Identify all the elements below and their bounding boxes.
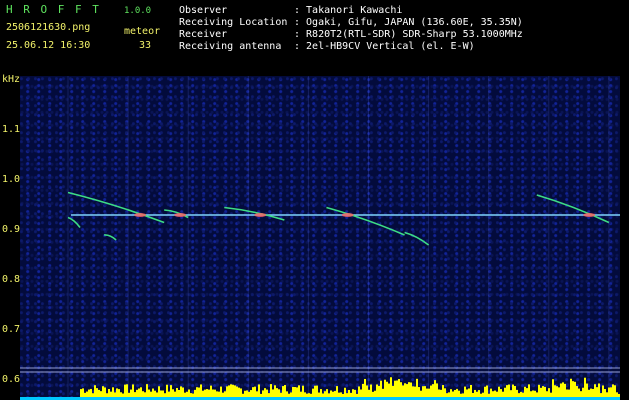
noise-level-bar bbox=[416, 378, 418, 400]
meteor-head-echo bbox=[583, 213, 596, 217]
header-panel: H R O F F T 1.0.0 2506121630.png 25.06.1… bbox=[0, 0, 629, 62]
antenna-value: : 2el-HB9CV Vertical (el. E-W) bbox=[294, 41, 475, 52]
noise-level-bar bbox=[384, 379, 386, 400]
meteor-trace bbox=[224, 206, 285, 221]
meteor-trace bbox=[404, 231, 430, 246]
spectrogram-panel bbox=[20, 76, 620, 400]
y-tick-label: 1.0 bbox=[2, 174, 21, 185]
meteor-count: 33 bbox=[139, 40, 152, 51]
noise-level-bar bbox=[584, 377, 586, 400]
location-value: : Ogaki, Gifu, JAPAN (136.60E, 35.35N) bbox=[294, 17, 523, 28]
y-tick-label: 0.6 bbox=[2, 374, 21, 385]
location-label: Receiving Location bbox=[179, 17, 288, 28]
noise-level-bar bbox=[570, 378, 572, 400]
antenna-label: Receiving antenna bbox=[179, 41, 282, 52]
meteor-trace bbox=[103, 234, 117, 241]
capture-datetime: 25.06.12 16:30 bbox=[6, 40, 91, 51]
y-axis-unit: kHz bbox=[2, 74, 21, 85]
y-tick-label: 1.1 bbox=[2, 124, 21, 135]
app-logo: H R O F F T bbox=[6, 3, 101, 16]
noise-level-bar bbox=[390, 377, 392, 400]
app-version: 1.0.0 bbox=[124, 6, 152, 16]
spectrogram-plot bbox=[20, 76, 620, 400]
meteor-trace bbox=[67, 216, 81, 228]
meteor-head-echo bbox=[341, 213, 354, 217]
meteor-trace bbox=[536, 194, 610, 224]
y-tick-label: 0.7 bbox=[2, 324, 21, 335]
meteor-head-echo bbox=[254, 213, 267, 217]
receiver-label: Receiver bbox=[179, 29, 228, 40]
receiver-value: : R820T2(RTL-SDR) SDR-Sharp 53.1000MHz bbox=[294, 29, 523, 40]
noise-level-bar bbox=[552, 379, 554, 400]
meteor-trace bbox=[67, 191, 165, 224]
meteor-label: meteor bbox=[124, 26, 161, 37]
meteor-head-echo bbox=[134, 213, 147, 217]
noise-level-bar bbox=[398, 379, 400, 400]
y-tick-label: 0.9 bbox=[2, 224, 21, 235]
image-filename: 2506121630.png bbox=[6, 22, 91, 33]
meteor-trace bbox=[326, 206, 405, 236]
observer-label: Observer bbox=[179, 5, 228, 16]
observer-value: : Takanori Kawachi bbox=[294, 5, 403, 16]
y-tick-label: 0.8 bbox=[2, 274, 21, 285]
noise-level-bar bbox=[364, 378, 366, 400]
meteor-head-echo bbox=[174, 213, 187, 217]
